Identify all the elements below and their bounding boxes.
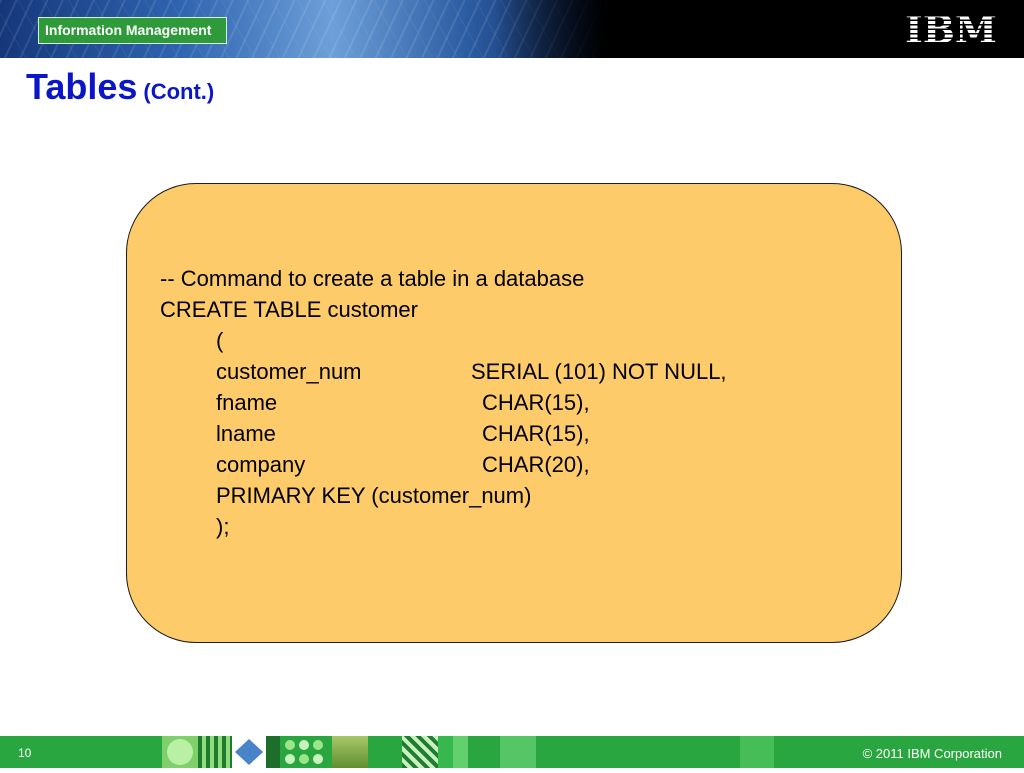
code-statement: CREATE TABLE customer (160, 297, 418, 322)
footer-tile (266, 736, 280, 768)
column-name: customer_num (216, 359, 362, 384)
column-name: fname (216, 390, 278, 415)
slide-title: Tables (Cont.) (26, 66, 214, 108)
copyright-text: © 2011 IBM Corporation (862, 746, 1002, 761)
product-badge: Information Management (38, 17, 227, 44)
svg-text:IBM: IBM (906, 12, 996, 48)
header-banner: Information Management IBM (0, 0, 1024, 58)
footer-tile (368, 736, 402, 768)
footer-tile (500, 736, 536, 768)
footer-circle-graphic (167, 739, 193, 765)
page-number: 10 (18, 746, 32, 760)
footer-tile (332, 736, 368, 768)
footer-tile (198, 736, 232, 768)
footer-tile (232, 736, 266, 768)
footer-tile (162, 736, 198, 768)
footer-tile (402, 736, 438, 768)
footer-dots-graphic (285, 740, 323, 764)
column-type: CHAR(20), (482, 452, 590, 477)
title-suffix: (Cont.) (143, 79, 215, 104)
code-close: ); (216, 514, 230, 539)
column-type: SERIAL (101) NOT NULL, (471, 359, 727, 384)
ibm-logo: IBM (906, 12, 996, 48)
column-type: CHAR(15), (482, 390, 590, 415)
footer-tile (740, 736, 774, 768)
column-name: company (216, 452, 306, 477)
footer-tile (438, 736, 468, 768)
column-type: CHAR(15), (482, 421, 590, 446)
footer-diamond-graphic (235, 739, 263, 765)
title-text: Tables (26, 66, 138, 107)
code-open-paren: ( (216, 328, 224, 353)
column-name: lname (216, 421, 276, 446)
code-comment: -- Command to create a table in a databa… (160, 266, 585, 291)
footer-tile (280, 736, 332, 768)
code-primary-key: PRIMARY KEY (customer_num) (216, 483, 532, 508)
